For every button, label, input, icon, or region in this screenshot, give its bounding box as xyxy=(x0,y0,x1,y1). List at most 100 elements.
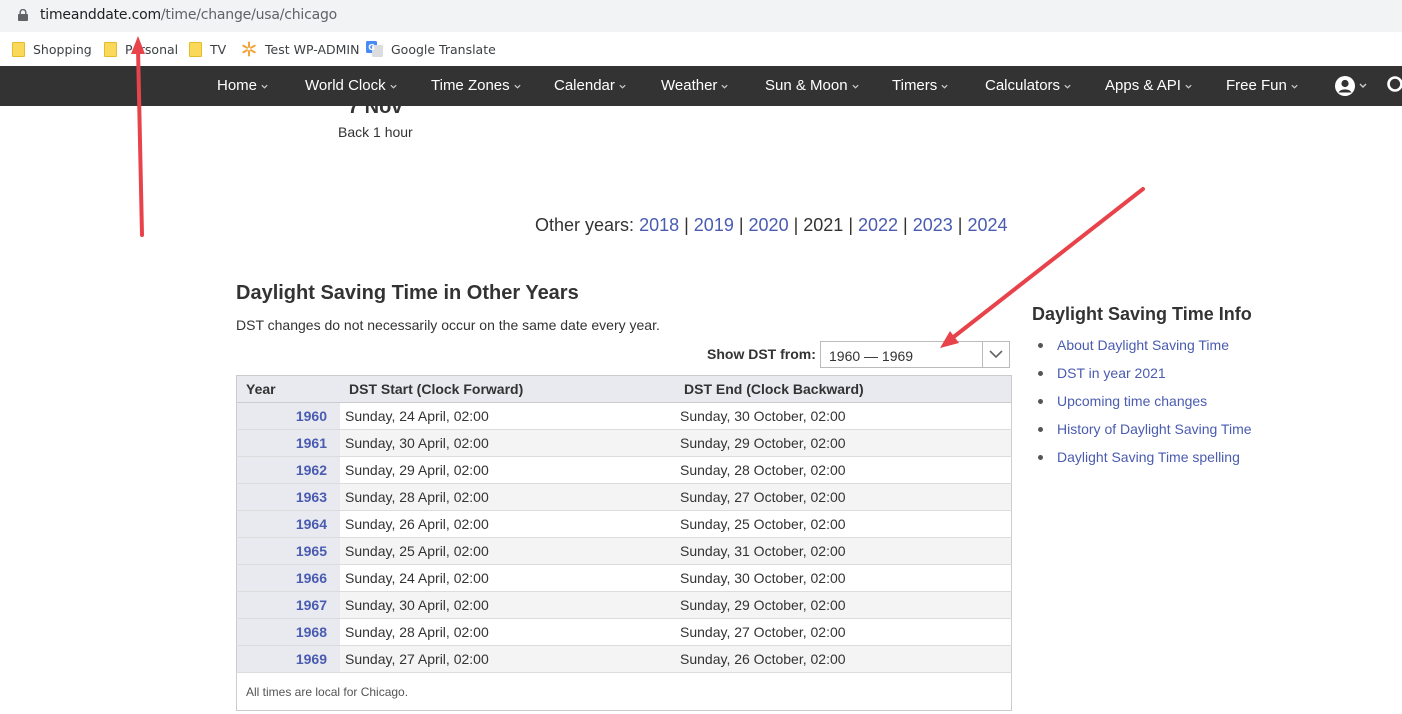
nav-apps-api[interactable]: Apps & API xyxy=(1105,66,1193,106)
sidebar-link-about-dst[interactable]: About Daylight Saving Time xyxy=(1057,337,1229,353)
nav-free-fun[interactable]: Free Fun xyxy=(1226,66,1299,106)
nav-time-zones[interactable]: Time Zones xyxy=(431,66,522,106)
separator: | xyxy=(793,215,799,235)
folder-icon xyxy=(189,41,202,57)
svg-text:G: G xyxy=(368,43,375,52)
year-cell[interactable]: 1963 xyxy=(236,483,340,511)
dst-start-cell: Sunday, 28 April, 02:00 xyxy=(340,483,675,511)
nav-label: Sun & Moon xyxy=(765,77,848,94)
nav-timers[interactable]: Timers xyxy=(892,66,949,106)
google-translate-icon: G xyxy=(366,41,383,57)
table-header-row: Year DST Start (Clock Forward) DST End (… xyxy=(236,375,1012,403)
table-footnote: All times are local for Chicago. xyxy=(236,672,1012,711)
nav-calendar[interactable]: Calendar xyxy=(554,66,627,106)
chevron-down-icon xyxy=(389,84,397,89)
sidebar-title: Daylight Saving Time Info xyxy=(1032,304,1252,324)
year-cell[interactable]: 1964 xyxy=(236,510,340,538)
table-row: 1966 Sunday, 24 April, 02:00 Sunday, 30 Oc… xyxy=(236,564,1012,592)
bookmark-tv[interactable]: TV xyxy=(189,39,226,59)
year-cell[interactable]: 1965 xyxy=(236,537,340,565)
table-row: 1961 Sunday, 30 April, 02:00 Sunday, 29 Oc… xyxy=(236,429,1012,457)
table-row: 1963 Sunday, 28 April, 02:00 Sunday, 27 Oc… xyxy=(236,483,1012,511)
chevron-down-icon xyxy=(989,350,1003,359)
dst-end-cell: Sunday, 28 October, 02:00 xyxy=(675,456,1012,484)
nav-home[interactable]: Home xyxy=(217,66,269,106)
search-button[interactable] xyxy=(1386,76,1402,101)
year-link-2023[interactable]: 2023 xyxy=(913,215,953,235)
year-link-2019[interactable]: 2019 xyxy=(694,215,734,235)
year-cell[interactable]: 1961 xyxy=(236,429,340,457)
year-cell[interactable]: 1967 xyxy=(236,591,340,619)
folder-icon xyxy=(12,41,25,57)
url-text[interactable]: timeanddate.com/time/change/usa/chicago xyxy=(40,7,337,23)
dst-start-cell: Sunday, 24 April, 02:00 xyxy=(340,402,675,430)
dst-decade-select[interactable]: 1960 — 1969 xyxy=(820,341,1010,368)
separator: | xyxy=(957,215,963,235)
dst-end-cell: Sunday, 27 October, 02:00 xyxy=(675,618,1012,646)
bookmark-test-wp-admin[interactable]: Test WP-ADMIN xyxy=(241,39,359,59)
year-cell[interactable]: 1960 xyxy=(236,402,340,430)
sidebar-link-history[interactable]: History of Daylight Saving Time xyxy=(1057,421,1252,437)
year-link-2018[interactable]: 2018 xyxy=(639,215,679,235)
account-button[interactable] xyxy=(1334,75,1370,102)
search-icon xyxy=(1387,76,1402,92)
bookmark-label: TV xyxy=(210,41,227,57)
column-header-dst-end: DST End (Clock Backward) xyxy=(675,375,1012,403)
chevron-down-icon xyxy=(261,84,268,89)
nav-label: Calendar xyxy=(554,77,615,94)
separator: | xyxy=(684,215,689,235)
dst-end-cell: Sunday, 29 October, 02:00 xyxy=(675,429,1012,457)
bookmark-label: Shopping xyxy=(33,41,92,57)
dst-end-cell: Sunday, 31 October, 02:00 xyxy=(675,537,1012,565)
dst-end-cell: Sunday, 30 October, 02:00 xyxy=(675,402,1012,430)
year-link-2020[interactable]: 2020 xyxy=(749,215,789,235)
nav-calculators[interactable]: Calculators xyxy=(985,66,1072,106)
chevron-down-icon xyxy=(514,84,521,89)
bookmarks-bar: Shopping Personal TV Test WP-ADMIN G Goo… xyxy=(0,32,1402,66)
lock-icon xyxy=(18,9,28,21)
nav-label: Timers xyxy=(892,77,938,94)
year-cell[interactable]: 1966 xyxy=(236,564,340,592)
other-years-nav: Other years: 2018 | 2019 | 2020 | 2021 | 2022 | 20… xyxy=(535,215,1008,236)
bookmark-shopping[interactable]: Shopping xyxy=(12,39,92,59)
table-row: 1967 Sunday, 30 April, 02:00 Sunday, 29 Oc… xyxy=(236,591,1012,619)
year-cell[interactable]: 1962 xyxy=(236,456,340,484)
dst-start-cell: Sunday, 24 April, 02:00 xyxy=(340,564,675,592)
table-footer-row: All times are local for Chicago. xyxy=(236,672,1012,711)
dst-decade-value: 1960 — 1969 xyxy=(829,348,914,364)
dst-end-date: 7 Nov xyxy=(348,96,403,118)
separator: | xyxy=(903,215,908,235)
show-dst-from-label: Show DST from: xyxy=(707,346,816,362)
bookmark-google-translate[interactable]: G Google Translate xyxy=(366,39,496,59)
year-link-2024[interactable]: 2024 xyxy=(967,215,1007,235)
bookmark-label: Personal xyxy=(125,41,179,57)
sidebar-item: Upcoming time changes xyxy=(1038,390,1252,418)
column-header-year: Year xyxy=(236,375,340,403)
year-cell[interactable]: 1968 xyxy=(236,618,340,646)
chevron-down-icon xyxy=(721,84,729,89)
nav-sun-moon[interactable]: Sun & Moon xyxy=(765,66,860,106)
other-years-label: Other years: xyxy=(535,215,635,235)
nav-label: Home xyxy=(217,77,258,94)
year-link-2022[interactable]: 2022 xyxy=(858,215,898,235)
nav-label: Weather xyxy=(661,77,718,94)
nav-label: Free Fun xyxy=(1226,77,1287,94)
sidebar-link-upcoming-changes[interactable]: Upcoming time changes xyxy=(1057,393,1207,409)
separator: | xyxy=(848,215,853,235)
nav-weather[interactable]: Weather xyxy=(661,66,729,106)
sidebar-link-dst-2021[interactable]: DST in year 2021 xyxy=(1057,365,1166,381)
dst-start-cell: Sunday, 30 April, 02:00 xyxy=(340,591,675,619)
user-account-icon xyxy=(1335,76,1367,96)
dst-start-cell: Sunday, 26 April, 02:00 xyxy=(340,510,675,538)
year-cell[interactable]: 1969 xyxy=(236,645,340,673)
dst-end-cell: Sunday, 25 October, 02:00 xyxy=(675,510,1012,538)
year-current-2021: 2021 xyxy=(803,215,844,235)
dst-start-cell: Sunday, 27 April, 02:00 xyxy=(340,645,675,673)
browser-address-bar[interactable]: timeanddate.com/time/change/usa/chicago xyxy=(0,0,1402,32)
nav-label: Calculators xyxy=(985,77,1061,94)
bookmark-personal[interactable]: Personal xyxy=(104,39,178,59)
sidebar-link-spelling[interactable]: Daylight Saving Time spelling xyxy=(1057,449,1240,465)
select-dropdown-button[interactable] xyxy=(982,342,1009,367)
chevron-down-icon xyxy=(941,84,948,89)
bookmark-label: Google Translate xyxy=(391,41,496,57)
